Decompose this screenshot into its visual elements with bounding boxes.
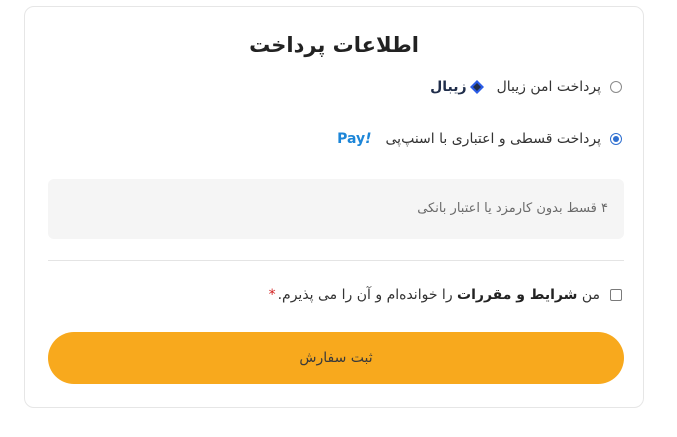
installment-info-box: ۴ قسط بدون کارمزد یا اعتبار بانکی (48, 179, 624, 239)
divider (48, 260, 624, 261)
terms-prefix: من (577, 287, 600, 303)
zibal-logo: زیبال (430, 79, 484, 95)
zibal-logo-text: زیبال (430, 79, 467, 95)
payment-option-zibal-label: پرداخت امن زیبال (496, 79, 601, 95)
payment-title: اطلاعات پرداخت (249, 33, 419, 57)
terms-agreement[interactable]: من شرایط و مقررات را خوانده‌ام و آن را م… (269, 287, 622, 303)
terms-checkbox[interactable] (610, 289, 622, 301)
required-mark: * (268, 287, 276, 303)
terms-link[interactable]: شرایط و مقررات (457, 287, 577, 303)
payment-option-zibal[interactable]: پرداخت امن زیبال زیبال (430, 79, 622, 95)
payment-info-card: اطلاعات پرداخت پرداخت امن زیبال زیبال پر… (24, 6, 644, 408)
terms-suffix: را خوانده‌ام و آن را می پذیرم. (277, 287, 458, 303)
terms-text: من شرایط و مقررات را خوانده‌ام و آن را م… (269, 287, 600, 303)
snapp-pay-logo-mark: ! (365, 131, 372, 147)
radio-snapp[interactable] (610, 133, 622, 145)
snapp-pay-logo-text: Pay (337, 131, 366, 147)
payment-option-snapp-label: پرداخت قسطی و اعتباری با اسنپ‌پی (385, 131, 602, 147)
payment-option-snapp[interactable]: پرداخت قسطی و اعتباری با اسنپ‌پی Pay! (337, 131, 622, 147)
submit-order-button[interactable]: ثبت سفارش (48, 332, 624, 384)
radio-zibal[interactable] (610, 81, 622, 93)
installment-info-text: ۴ قسط بدون کارمزد یا اعتبار بانکی (417, 201, 608, 216)
snapp-pay-logo-icon: Pay! (337, 131, 371, 147)
zibal-logo-icon (469, 80, 484, 94)
